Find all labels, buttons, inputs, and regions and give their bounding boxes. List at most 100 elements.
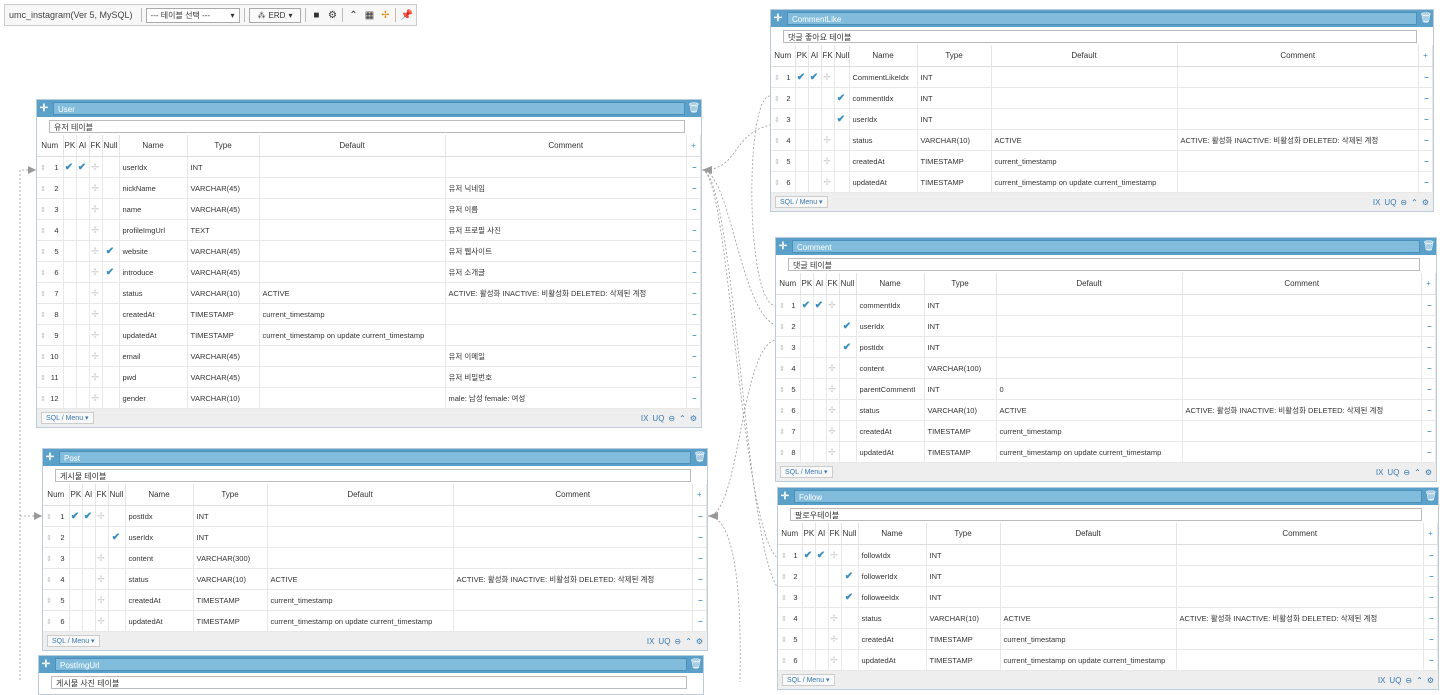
column-name[interactable]: followeeIdx	[858, 586, 927, 608]
fk-cell[interactable]: ✢	[89, 387, 103, 409]
column-comment[interactable]: ACTIVE: 활성화 INACTIVE: 비활성화 DELETED: 삭제된 …	[1182, 399, 1422, 421]
ai-checkbox[interactable]	[813, 420, 827, 442]
drag-handle-icon[interactable]: ⇕	[779, 324, 785, 331]
drag-handle-icon[interactable]: ⇕	[40, 312, 46, 319]
fk-cell[interactable]: ✢	[95, 610, 109, 632]
move-icon[interactable]: ✛	[778, 491, 792, 502]
column-default[interactable]: current_timestamp on update current_time…	[1000, 649, 1177, 671]
ai-checkbox[interactable]: ✔	[815, 544, 829, 566]
add-column-icon[interactable]: +	[686, 135, 701, 157]
gear-icon[interactable]: ⚙	[696, 637, 703, 646]
ai-checkbox[interactable]: ✔	[82, 505, 96, 527]
ai-checkbox[interactable]	[815, 628, 829, 650]
fk-check-cell[interactable]: ✔	[841, 565, 859, 587]
pk-checkbox[interactable]	[63, 387, 77, 409]
column-name[interactable]: introduce	[119, 261, 188, 283]
pk-checkbox[interactable]	[802, 628, 816, 650]
column-type[interactable]: INT	[917, 66, 992, 88]
column-comment[interactable]	[453, 505, 693, 527]
table-name-input[interactable]: Post	[59, 451, 691, 464]
remove-column-icon[interactable]: −	[686, 324, 701, 346]
column-name[interactable]: parentCommentI	[856, 378, 925, 400]
column-comment[interactable]	[453, 589, 693, 611]
pk-checkbox[interactable]	[800, 399, 814, 421]
column-comment[interactable]: 유저 소개글	[445, 261, 687, 283]
column-name[interactable]: userIdx	[856, 315, 925, 337]
pk-checkbox[interactable]	[69, 547, 83, 569]
drag-handle-icon[interactable]: ⇕	[774, 96, 780, 103]
comment-icon[interactable]: ⊖	[1405, 676, 1412, 685]
remove-column-icon[interactable]: −	[1418, 150, 1433, 172]
remove-column-icon[interactable]: −	[1418, 171, 1433, 193]
column-default[interactable]	[267, 547, 454, 569]
column-default[interactable]: current_timestamp	[259, 303, 446, 325]
table-header[interactable]: ✛ Follow 🗑	[778, 488, 1438, 505]
column-name[interactable]: updatedAt	[119, 324, 188, 346]
pk-checkbox[interactable]: ✔	[802, 544, 816, 566]
ai-checkbox[interactable]	[76, 303, 90, 325]
ai-checkbox[interactable]	[808, 171, 822, 193]
column-type[interactable]: INT	[924, 336, 997, 358]
column-name[interactable]: CommentLikeIdx	[849, 66, 918, 88]
column-type[interactable]: INT	[924, 294, 997, 316]
column-comment[interactable]	[1182, 441, 1422, 463]
table-name-input[interactable]: User	[53, 102, 685, 115]
column-default[interactable]	[991, 87, 1178, 109]
pk-checkbox[interactable]	[63, 282, 77, 304]
null-checkbox[interactable]	[102, 156, 120, 178]
fk-cell[interactable]	[828, 565, 842, 587]
column-default[interactable]: ACTIVE	[267, 568, 454, 590]
pk-checkbox[interactable]	[63, 240, 77, 262]
column-name[interactable]: commentIdx	[849, 87, 918, 109]
column-name[interactable]: userIdx	[119, 156, 188, 178]
drag-handle-icon[interactable]: ⇕	[40, 249, 46, 256]
column-comment[interactable]	[453, 610, 693, 632]
table-comment[interactable]: ✛ Comment 🗑 댓글 테이블 Num PK AI FK Null Nam…	[775, 237, 1437, 482]
sql-menu-button[interactable]: SQL / Menu ▾	[782, 674, 835, 686]
pk-checkbox[interactable]	[63, 177, 77, 199]
ai-checkbox[interactable]: ✔	[76, 156, 90, 178]
column-name[interactable]: userIdx	[849, 108, 918, 130]
drag-handle-icon[interactable]: ⇕	[779, 450, 785, 457]
ai-checkbox[interactable]: ✔	[808, 66, 822, 88]
column-type[interactable]: VARCHAR(300)	[193, 547, 268, 569]
ai-checkbox[interactable]	[76, 219, 90, 241]
pk-checkbox[interactable]	[800, 378, 814, 400]
column-comment[interactable]	[1177, 66, 1419, 88]
column-type[interactable]: TIMESTAMP	[926, 649, 1001, 671]
ix-button[interactable]: IX	[641, 414, 649, 423]
column-default[interactable]	[996, 315, 1183, 337]
pk-checkbox[interactable]	[63, 261, 77, 283]
column-comment[interactable]	[1182, 315, 1422, 337]
ai-checkbox[interactable]	[815, 607, 829, 629]
column-default[interactable]: current_timestamp	[996, 420, 1183, 442]
drag-handle-icon[interactable]: ⇕	[774, 159, 780, 166]
ix-button[interactable]: IX	[1376, 468, 1384, 477]
ai-checkbox[interactable]	[815, 649, 829, 671]
ai-checkbox[interactable]	[813, 336, 827, 358]
fk-cell[interactable]	[821, 108, 835, 130]
null-checkbox[interactable]	[102, 303, 120, 325]
add-column-icon[interactable]: +	[692, 484, 707, 506]
column-type[interactable]: TIMESTAMP	[917, 171, 992, 193]
gear-icon[interactable]: ⚙	[1427, 676, 1434, 685]
fk-cell[interactable]: ✢	[89, 198, 103, 220]
ai-checkbox[interactable]	[815, 565, 829, 587]
remove-column-icon[interactable]: −	[1421, 357, 1436, 379]
column-type[interactable]: TIMESTAMP	[187, 324, 260, 346]
fk-cell[interactable]: ✢	[821, 171, 835, 193]
fk-cell[interactable]	[95, 526, 109, 548]
column-default[interactable]: current_timestamp	[267, 589, 454, 611]
column-type[interactable]: VARCHAR(10)	[193, 568, 268, 590]
table-header[interactable]: ✛ User 🗑	[37, 100, 701, 117]
trash-icon[interactable]: 🗑	[1424, 491, 1438, 502]
null-checkbox[interactable]	[102, 387, 120, 409]
column-default[interactable]: ACTIVE	[1000, 607, 1177, 629]
fk-cell[interactable]: ✢	[826, 399, 840, 421]
drag-handle-icon[interactable]: ⇕	[40, 375, 46, 382]
chevron-up-icon[interactable]: ⌃	[1414, 468, 1421, 477]
column-name[interactable]: name	[119, 198, 188, 220]
drag-handle-icon[interactable]: ⇕	[46, 598, 52, 605]
sql-menu-button[interactable]: SQL / Menu ▾	[41, 412, 94, 424]
column-name[interactable]: postIdx	[856, 336, 925, 358]
